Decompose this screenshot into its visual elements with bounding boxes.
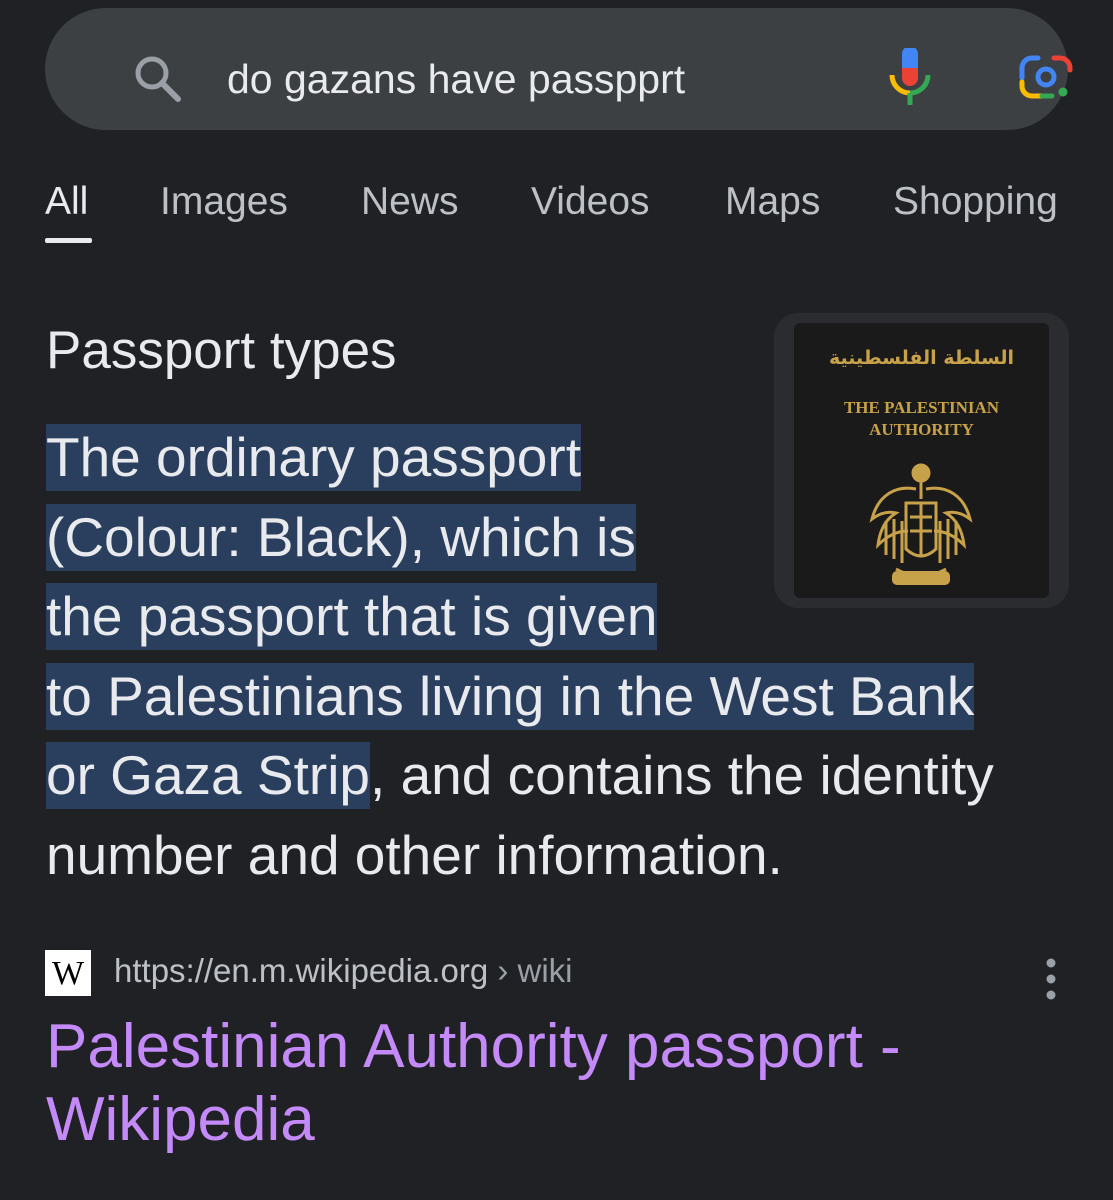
passport-arabic-title: السلطة الفلسطينية [828, 347, 1015, 369]
google-lens-icon[interactable] [1018, 52, 1074, 102]
eagle-emblem-icon [869, 463, 973, 585]
passport-english-title: THE PALESTINIAN AUTHORITY [774, 397, 1069, 441]
search-input[interactable] [227, 51, 847, 107]
search-icon[interactable] [131, 52, 185, 106]
active-tab-indicator [45, 238, 92, 243]
tab-images[interactable]: Images [160, 180, 288, 224]
result-breadcrumb: › wiki [488, 952, 573, 989]
tab-maps[interactable]: Maps [725, 180, 820, 224]
more-options-icon[interactable] [1036, 955, 1066, 1003]
tab-videos[interactable]: Videos [531, 180, 650, 224]
passport-english-line1: THE PALESTINIAN [843, 398, 1000, 417]
snippet-highlight-line: to Palestinians living in the West Bank [46, 662, 975, 730]
search-tabs: All Images News Videos Maps Shopping [0, 176, 1113, 246]
result-title-link[interactable]: Palestinian Authority passport - Wikiped… [46, 1010, 1006, 1156]
passport-thumbnail[interactable]: السلطة الفلسطينية THE PALESTINIAN AUTHOR… [774, 313, 1069, 608]
result-url[interactable]: https://en.m.wikipedia.org › wiki [114, 952, 573, 990]
passport-english-line2: AUTHORITY [869, 420, 974, 439]
snippet-highlight-line: The ordinary passport [46, 424, 581, 491]
snippet-heading: Passport types [46, 321, 397, 380]
tab-shopping[interactable]: Shopping [893, 180, 1058, 224]
tab-all[interactable]: All [45, 180, 88, 224]
tab-news[interactable]: News [361, 180, 459, 224]
snippet-highlight-line: the passport that is given [46, 583, 658, 650]
wikipedia-favicon[interactable]: W [45, 950, 91, 996]
search-results-page: All Images News Videos Maps Shopping Pas… [0, 0, 1113, 1200]
microphone-icon[interactable] [885, 48, 935, 110]
result-domain: https://en.m.wikipedia.org [114, 952, 489, 989]
snippet-highlight-line: (Colour: Black), which is [46, 503, 636, 571]
snippet-highlight-line: or Gaza Strip [46, 742, 371, 809]
search-bar[interactable] [45, 8, 1073, 130]
